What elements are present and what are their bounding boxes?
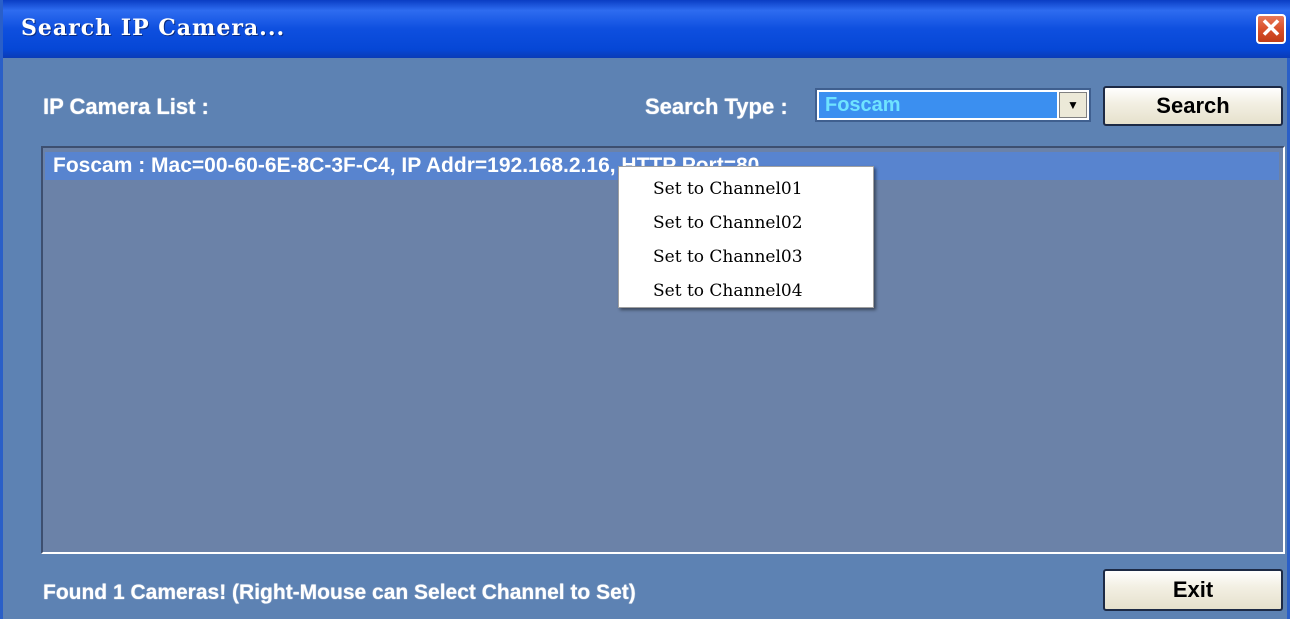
ip-camera-list-label: IP Camera List : — [43, 94, 209, 119]
close-icon: ✕ — [1260, 13, 1282, 43]
search-type-label: Search Type : — [645, 94, 788, 119]
menu-item-channel03[interactable]: Set to Channel03 — [619, 240, 873, 274]
menu-item-channel01[interactable]: Set to Channel01 — [619, 172, 873, 206]
search-button[interactable]: Search — [1103, 86, 1283, 126]
menu-item-channel02[interactable]: Set to Channel02 — [619, 206, 873, 240]
title-bar[interactable]: Search IP Camera... ✕ — [3, 0, 1290, 58]
search-ip-camera-dialog: Search IP Camera... ✕ IP Camera List : S… — [0, 0, 1290, 619]
channel-context-menu: Set to Channel01 Set to Channel02 Set to… — [618, 166, 874, 308]
exit-button[interactable]: Exit — [1103, 569, 1283, 611]
chevron-down-icon[interactable]: ▼ — [1059, 92, 1087, 118]
status-message: Found 1 Cameras! (Right-Mouse can Select… — [43, 581, 636, 604]
close-button[interactable]: ✕ — [1256, 14, 1286, 44]
search-type-value: Foscam — [819, 92, 1057, 118]
menu-item-channel04[interactable]: Set to Channel04 — [619, 274, 873, 308]
search-type-dropdown[interactable]: Foscam ▼ — [815, 88, 1091, 122]
window-title: Search IP Camera... — [21, 15, 286, 41]
